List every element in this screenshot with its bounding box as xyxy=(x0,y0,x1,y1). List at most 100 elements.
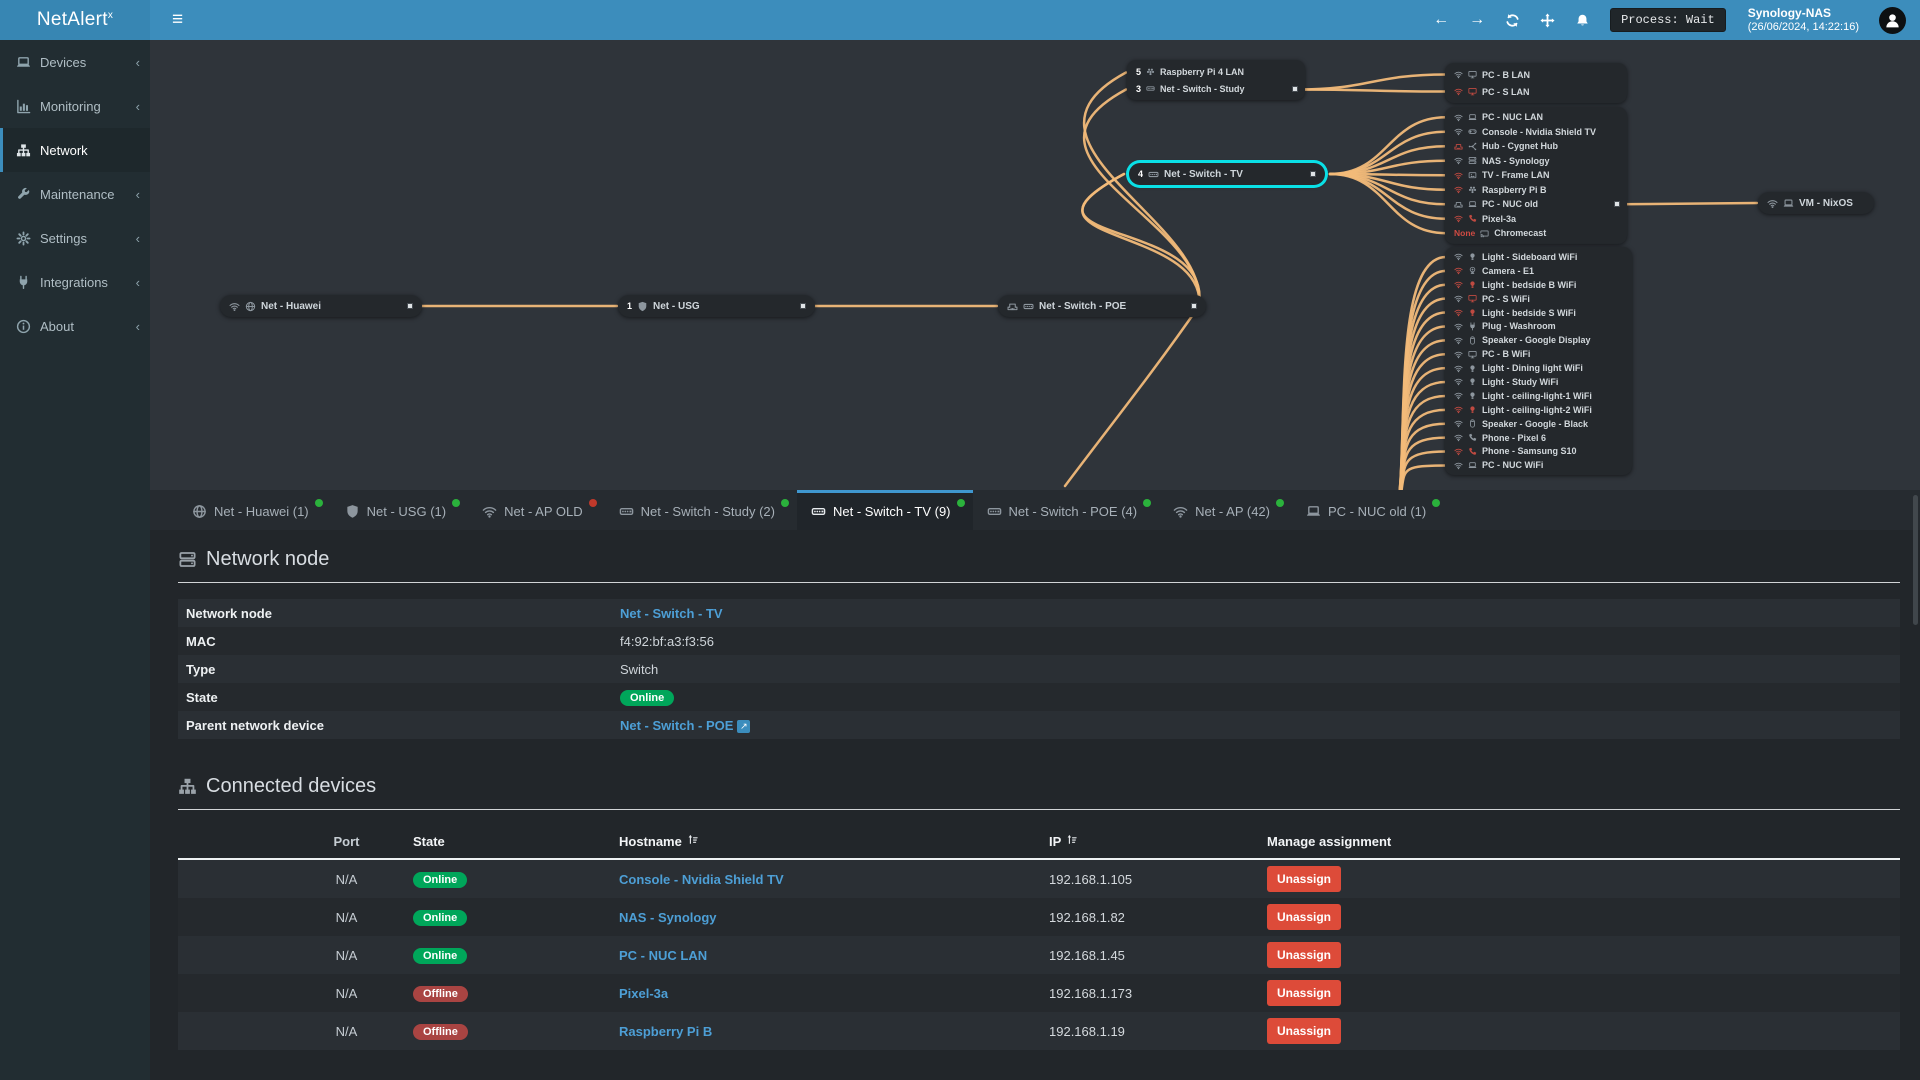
device-row[interactable]: PC - B LAN xyxy=(1445,66,1627,83)
notifications-bell-icon[interactable] xyxy=(1575,13,1590,28)
column-header-ip[interactable]: IP xyxy=(1043,834,1261,849)
tab-net-usg-1-[interactable]: Net - USG (1) xyxy=(331,490,468,530)
device-row[interactable]: Light - Sideboard WiFi xyxy=(1445,250,1632,264)
device-row[interactable]: Light - ceiling-light-1 WiFi xyxy=(1445,389,1632,403)
device-row[interactable]: PC - S LAN xyxy=(1445,83,1627,100)
column-header-hostname[interactable]: Hostname xyxy=(613,834,1043,849)
device-row[interactable]: Phone - Pixel 6 xyxy=(1445,431,1632,445)
device-row[interactable]: Light - bedside S WiFi xyxy=(1445,306,1632,320)
tab-net-ap-42-[interactable]: Net - AP (42) xyxy=(1159,490,1292,530)
network-node-row: MAC f4:92:bf:a3:f3:56 xyxy=(178,627,1900,655)
node-connector[interactable] xyxy=(1614,201,1620,208)
device-row[interactable]: Raspberry Pi B xyxy=(1445,183,1627,198)
device-row[interactable]: Light - Dining light WiFi xyxy=(1445,361,1632,375)
sidebar-item-devices[interactable]: Devices ‹ xyxy=(0,40,150,84)
device-row[interactable]: Plug - Washroom xyxy=(1445,319,1632,333)
user-avatar[interactable] xyxy=(1879,6,1906,34)
device-row[interactable]: Phone - Samsung S10 xyxy=(1445,444,1632,458)
sort-icon[interactable] xyxy=(1066,834,1078,846)
node-connector[interactable] xyxy=(1292,85,1298,92)
device-row[interactable]: Light - ceiling-light-2 WiFi xyxy=(1445,403,1632,417)
device-row[interactable]: Speaker - Google Display xyxy=(1445,333,1632,347)
tab-net-switch-tv-9-[interactable]: Net - Switch - TV (9) xyxy=(797,490,973,530)
sidebar-item-monitoring[interactable]: Monitoring ‹ xyxy=(0,84,150,128)
device-row[interactable]: Speaker - Google - Black xyxy=(1445,417,1632,431)
forward-icon[interactable]: → xyxy=(1469,12,1485,28)
node-connector[interactable] xyxy=(407,303,413,309)
sidebar-item-settings[interactable]: Settings ‹ xyxy=(0,216,150,260)
device-row[interactable]: Light - bedside B WiFi xyxy=(1445,278,1632,292)
node-connector[interactable] xyxy=(1310,171,1316,177)
tab-pc-nuc-old-1-[interactable]: PC - NUC old (1) xyxy=(1292,490,1448,530)
back-icon[interactable]: ← xyxy=(1433,12,1449,28)
switch-icon xyxy=(1146,84,1155,93)
wifi-icon xyxy=(1454,87,1463,96)
device-row[interactable]: NAS - Synology xyxy=(1445,154,1627,169)
chevron-left-icon: ‹ xyxy=(135,54,140,70)
device-row[interactable]: PC - NUC LAN xyxy=(1445,110,1627,125)
topology-row-net-switch-study[interactable]: 3 Net - Switch - Study xyxy=(1127,80,1305,97)
field-label: Network node xyxy=(186,605,272,621)
device-row[interactable]: Camera - E1 xyxy=(1445,264,1632,278)
unassign-button[interactable]: Unassign xyxy=(1267,866,1342,892)
tab-label: Net - AP OLD xyxy=(504,504,583,519)
wifi-icon xyxy=(1454,156,1463,165)
device-row[interactable]: None Chromecast xyxy=(1445,226,1627,241)
node-link[interactable]: Net - Switch - POE xyxy=(620,718,733,733)
hostname-link[interactable]: NAS - Synology xyxy=(619,910,717,925)
vertical-scrollbar[interactable] xyxy=(1913,495,1918,625)
tab-net-huawei-1-[interactable]: Net - Huawei (1) xyxy=(178,490,331,530)
state-badge: Online xyxy=(620,689,675,706)
topology-row-raspberry-pi-4-lan[interactable]: 5 Raspberry Pi 4 LAN xyxy=(1127,63,1305,80)
device-row[interactable]: Hub - Cygnet Hub xyxy=(1445,139,1627,154)
fullscreen-move-icon[interactable] xyxy=(1540,12,1555,28)
refresh-icon[interactable] xyxy=(1505,13,1520,28)
hostname-link[interactable]: Pixel-3a xyxy=(619,986,668,1001)
unassign-button[interactable]: Unassign xyxy=(1267,904,1342,930)
field-value: Switch xyxy=(620,661,659,677)
wifi-icon xyxy=(1454,433,1463,442)
gamepad-icon xyxy=(1468,127,1477,136)
hostname-link[interactable]: Console - Nvidia Shield TV xyxy=(619,872,784,887)
wifi-icon xyxy=(1454,461,1463,470)
hostname-link[interactable]: PC - NUC LAN xyxy=(619,948,707,963)
topology-node-vm[interactable]: VM - NixOS xyxy=(1758,192,1874,214)
tab-net-ap-old[interactable]: Net - AP OLD xyxy=(468,490,605,530)
tab-net-switch-poe-4-[interactable]: Net - Switch - POE (4) xyxy=(973,490,1160,530)
device-row[interactable]: Pixel-3a xyxy=(1445,212,1627,227)
device-row[interactable]: TV - Frame LAN xyxy=(1445,168,1627,183)
topology-node-usg[interactable]: 1 Net - USG xyxy=(618,295,815,317)
unassign-button[interactable]: Unassign xyxy=(1267,942,1342,968)
node-link[interactable]: Net - Switch - TV xyxy=(620,606,723,621)
device-row[interactable]: Light - Study WiFi xyxy=(1445,375,1632,389)
topology-node-tv[interactable]: 4 Net - Switch - TV xyxy=(1129,163,1325,185)
hostname-link[interactable]: Raspberry Pi B xyxy=(619,1024,712,1039)
device-row[interactable]: PC - NUC WiFi xyxy=(1445,458,1632,472)
device-row[interactable]: PC - S WiFi xyxy=(1445,292,1632,306)
sidebar-item-network[interactable]: Network xyxy=(0,128,150,172)
wifi-icon xyxy=(1767,198,1778,209)
topology-node-poe[interactable]: Net - Switch - POE xyxy=(998,295,1206,317)
external-link-icon[interactable]: ↗ xyxy=(737,719,751,733)
node-connector[interactable] xyxy=(1191,303,1197,309)
state-badge: Offline xyxy=(413,1023,468,1040)
sidebar-item-maintenance[interactable]: Maintenance ‹ xyxy=(0,172,150,216)
unassign-button[interactable]: Unassign xyxy=(1267,980,1342,1006)
node-connector[interactable] xyxy=(800,303,806,309)
device-row[interactable]: Console - Nvidia Shield TV xyxy=(1445,125,1627,140)
sidebar-toggle-icon[interactable]: ≡ xyxy=(164,9,191,31)
unassign-button[interactable]: Unassign xyxy=(1267,1018,1342,1044)
sort-icon[interactable] xyxy=(687,834,699,846)
state-badge: Online xyxy=(413,947,468,964)
cell-port: N/A xyxy=(335,871,358,887)
device-row[interactable]: PC - NUC old xyxy=(1445,197,1627,212)
tab-net-switch-study-2-[interactable]: Net - Switch - Study (2) xyxy=(605,490,797,530)
topology-node-huawei[interactable]: Net - Huawei xyxy=(220,295,422,317)
device-row[interactable]: PC - B WiFi xyxy=(1445,347,1632,361)
sidebar-item-about[interactable]: About ‹ xyxy=(0,304,150,348)
topology-node-study-group[interactable]: 5 Raspberry Pi 4 LAN 3 Net - Switch - Study xyxy=(1127,60,1305,100)
network-topology-diagram[interactable]: Net - Huawei 1 Net - USG Net - Switch - POE… xyxy=(150,40,1920,490)
app-logo[interactable]: NetAlertx xyxy=(0,0,150,40)
sidebar-item-integrations[interactable]: Integrations ‹ xyxy=(0,260,150,304)
device-label: TV - Frame LAN xyxy=(1482,170,1550,181)
